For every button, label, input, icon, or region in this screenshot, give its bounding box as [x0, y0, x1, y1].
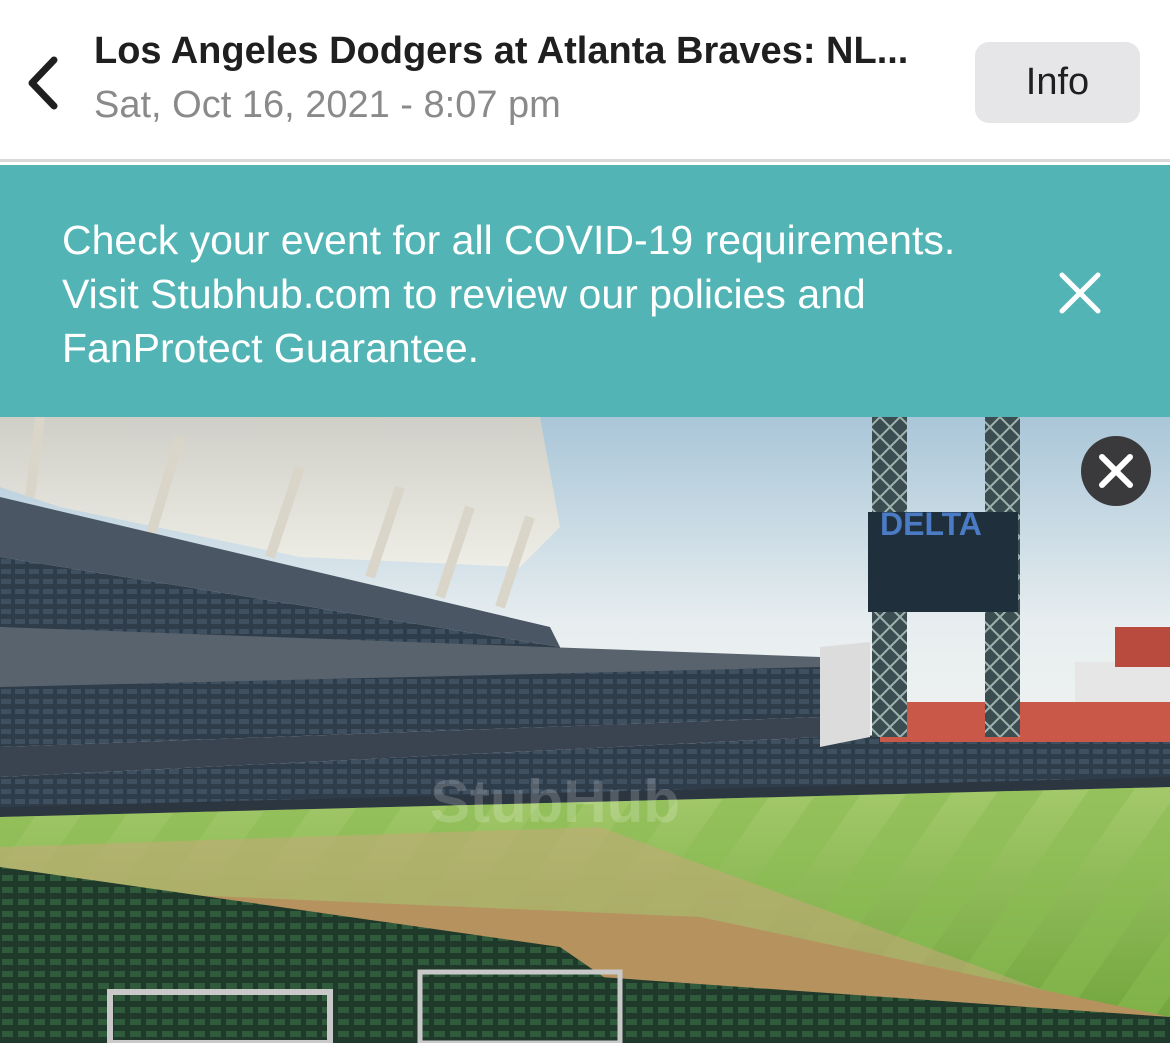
info-button[interactable]: Info	[975, 42, 1140, 123]
stadium-view-image: DELTA StubHub	[0, 417, 1170, 1043]
covid-banner: Check your event for all COVID-19 requir…	[0, 165, 1170, 417]
image-close-button[interactable]	[1080, 435, 1152, 507]
event-title: Los Angeles Dodgers at Atlanta Braves: N…	[94, 30, 909, 72]
event-header: Los Angeles Dodgers at Atlanta Braves: N…	[0, 0, 1170, 162]
back-button[interactable]	[18, 48, 68, 118]
event-datetime: Sat, Oct 16, 2021 - 8:07 pm	[94, 84, 561, 126]
close-icon	[1059, 272, 1101, 314]
scoreboard-text: DELTA	[880, 506, 982, 542]
banner-message: Check your event for all COVID-19 requir…	[62, 217, 956, 371]
close-circle-icon	[1081, 436, 1151, 506]
stadium-illustration: DELTA StubHub	[0, 417, 1170, 1043]
chevron-left-icon	[28, 56, 58, 110]
watermark-text: StubHub	[430, 768, 680, 835]
banner-close-button[interactable]	[1054, 267, 1106, 319]
event-titles: Los Angeles Dodgers at Atlanta Braves: N…	[94, 28, 954, 128]
event-page: Los Angeles Dodgers at Atlanta Braves: N…	[0, 0, 1170, 1043]
